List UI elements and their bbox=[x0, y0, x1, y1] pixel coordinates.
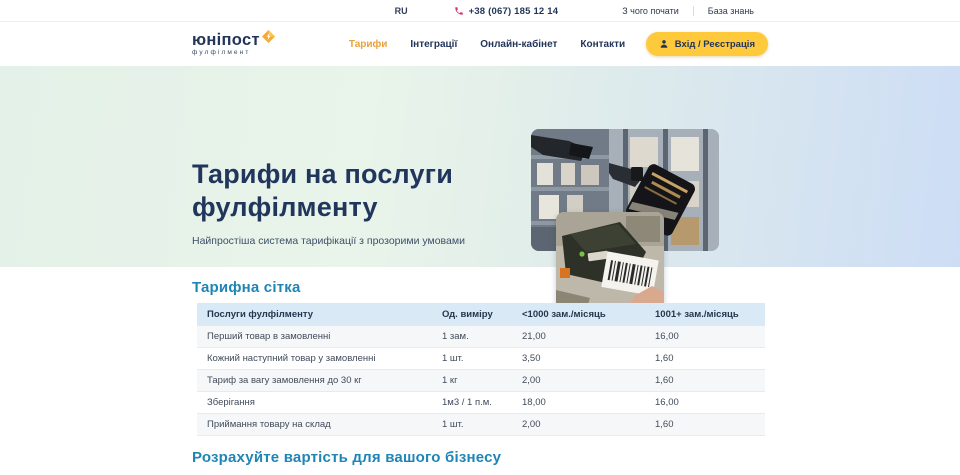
hero-title: Тарифи на послуги фулфілменту bbox=[192, 158, 453, 224]
table-cell: 16,00 bbox=[645, 326, 765, 348]
nav-item-2[interactable]: Онлайн-кабінет bbox=[480, 39, 557, 50]
table-cell: 3,50 bbox=[512, 348, 645, 370]
main-nav: Тарифи Інтеграції Онлайн-кабінет Контакти bbox=[349, 39, 625, 50]
nav-item-1[interactable]: Інтеграції bbox=[410, 39, 457, 50]
table-row: Тариф за вагу замовлення до 30 кг1 кг2,0… bbox=[197, 370, 765, 392]
table-cell: Приймання товару на склад bbox=[197, 414, 432, 436]
top-links: З чого початиБаза знань bbox=[608, 6, 768, 16]
login-button[interactable]: Вхід / Реєстрація bbox=[646, 32, 768, 56]
top-utility-bar: RU +38 (067) 185 12 14 З чого початиБаза… bbox=[0, 0, 960, 22]
table-cell: 1м3 / 1 п.м. bbox=[432, 392, 512, 414]
table-cell: Тариф за вагу замовлення до 30 кг bbox=[197, 370, 432, 392]
table-cell: Кожний наступний товар у замовленні bbox=[197, 348, 432, 370]
table-cell: 2,00 bbox=[512, 370, 645, 392]
table-row: Кожний наступний товар у замовленні1 шт.… bbox=[197, 348, 765, 370]
table-cell: 1 кг bbox=[432, 370, 512, 392]
main-header: юніпост фулфілмент Тарифи Інтеграції Онлай… bbox=[0, 22, 960, 66]
column-header-2: <1000 зам./місяць bbox=[512, 303, 645, 326]
table-cell: 1 шт. bbox=[432, 414, 512, 436]
table-cell: Перший товар в замовленні bbox=[197, 326, 432, 348]
topbar-link-1[interactable]: База знань bbox=[694, 6, 768, 16]
person-icon bbox=[659, 39, 669, 49]
logo-wordmark: юніпост bbox=[192, 32, 260, 49]
table-cell: 1 зам. bbox=[432, 326, 512, 348]
table-cell: 21,00 bbox=[512, 326, 645, 348]
table-cell: 16,00 bbox=[645, 392, 765, 414]
table-cell: 1,60 bbox=[645, 414, 765, 436]
calculator-section-title: Розрахуйте вартість для вашого бізнесу bbox=[192, 449, 501, 466]
nav-item-3[interactable]: Контакти bbox=[580, 39, 625, 50]
phone-number: +38 (067) 185 12 14 bbox=[469, 6, 559, 17]
pricing-table: Послуги фулфілментуОд. виміру<1000 зам./… bbox=[197, 303, 765, 436]
nav-item-0[interactable]: Тарифи bbox=[349, 39, 388, 50]
topbar-link-0[interactable]: З чого почати bbox=[608, 6, 693, 16]
table-cell: 1,60 bbox=[645, 348, 765, 370]
page: RU +38 (067) 185 12 14 З чого початиБаза… bbox=[0, 0, 960, 475]
pricing-table-header-row: Послуги фулфілментуОд. виміру<1000 зам./… bbox=[197, 303, 765, 326]
hero-section: Тарифи на послуги фулфілменту Найпростіш… bbox=[0, 66, 960, 267]
table-row: Приймання товару на склад1 шт.2,001,60 bbox=[197, 414, 765, 436]
language-switcher[interactable]: RU bbox=[395, 6, 408, 16]
column-header-3: 1001+ зам./місяць bbox=[645, 303, 765, 326]
table-cell: 1 шт. bbox=[432, 348, 512, 370]
column-header-0: Послуги фулфілменту bbox=[197, 303, 432, 326]
logo[interactable]: юніпост фулфілмент bbox=[192, 32, 275, 57]
phone-block[interactable]: +38 (067) 185 12 14 bbox=[454, 6, 559, 17]
hero-photo-label-printer bbox=[556, 212, 664, 311]
table-row: Зберігання1м3 / 1 п.м.18,0016,00 bbox=[197, 392, 765, 414]
table-cell: 1,60 bbox=[645, 370, 765, 392]
pricing-section-title: Тарифна сітка bbox=[192, 279, 301, 296]
column-header-1: Од. виміру bbox=[432, 303, 512, 326]
table-cell: Зберігання bbox=[197, 392, 432, 414]
logo-tagline: фулфілмент bbox=[192, 50, 275, 57]
table-row: Перший товар в замовленні1 зам.21,0016,0… bbox=[197, 326, 765, 348]
table-cell: 2,00 bbox=[512, 414, 645, 436]
phone-icon bbox=[454, 6, 464, 16]
login-button-label: Вхід / Реєстрація bbox=[675, 39, 755, 50]
table-cell: 18,00 bbox=[512, 392, 645, 414]
logo-diamond-icon bbox=[262, 30, 275, 43]
hero-subtitle: Найпростіша система тарифікації з прозор… bbox=[192, 235, 465, 247]
